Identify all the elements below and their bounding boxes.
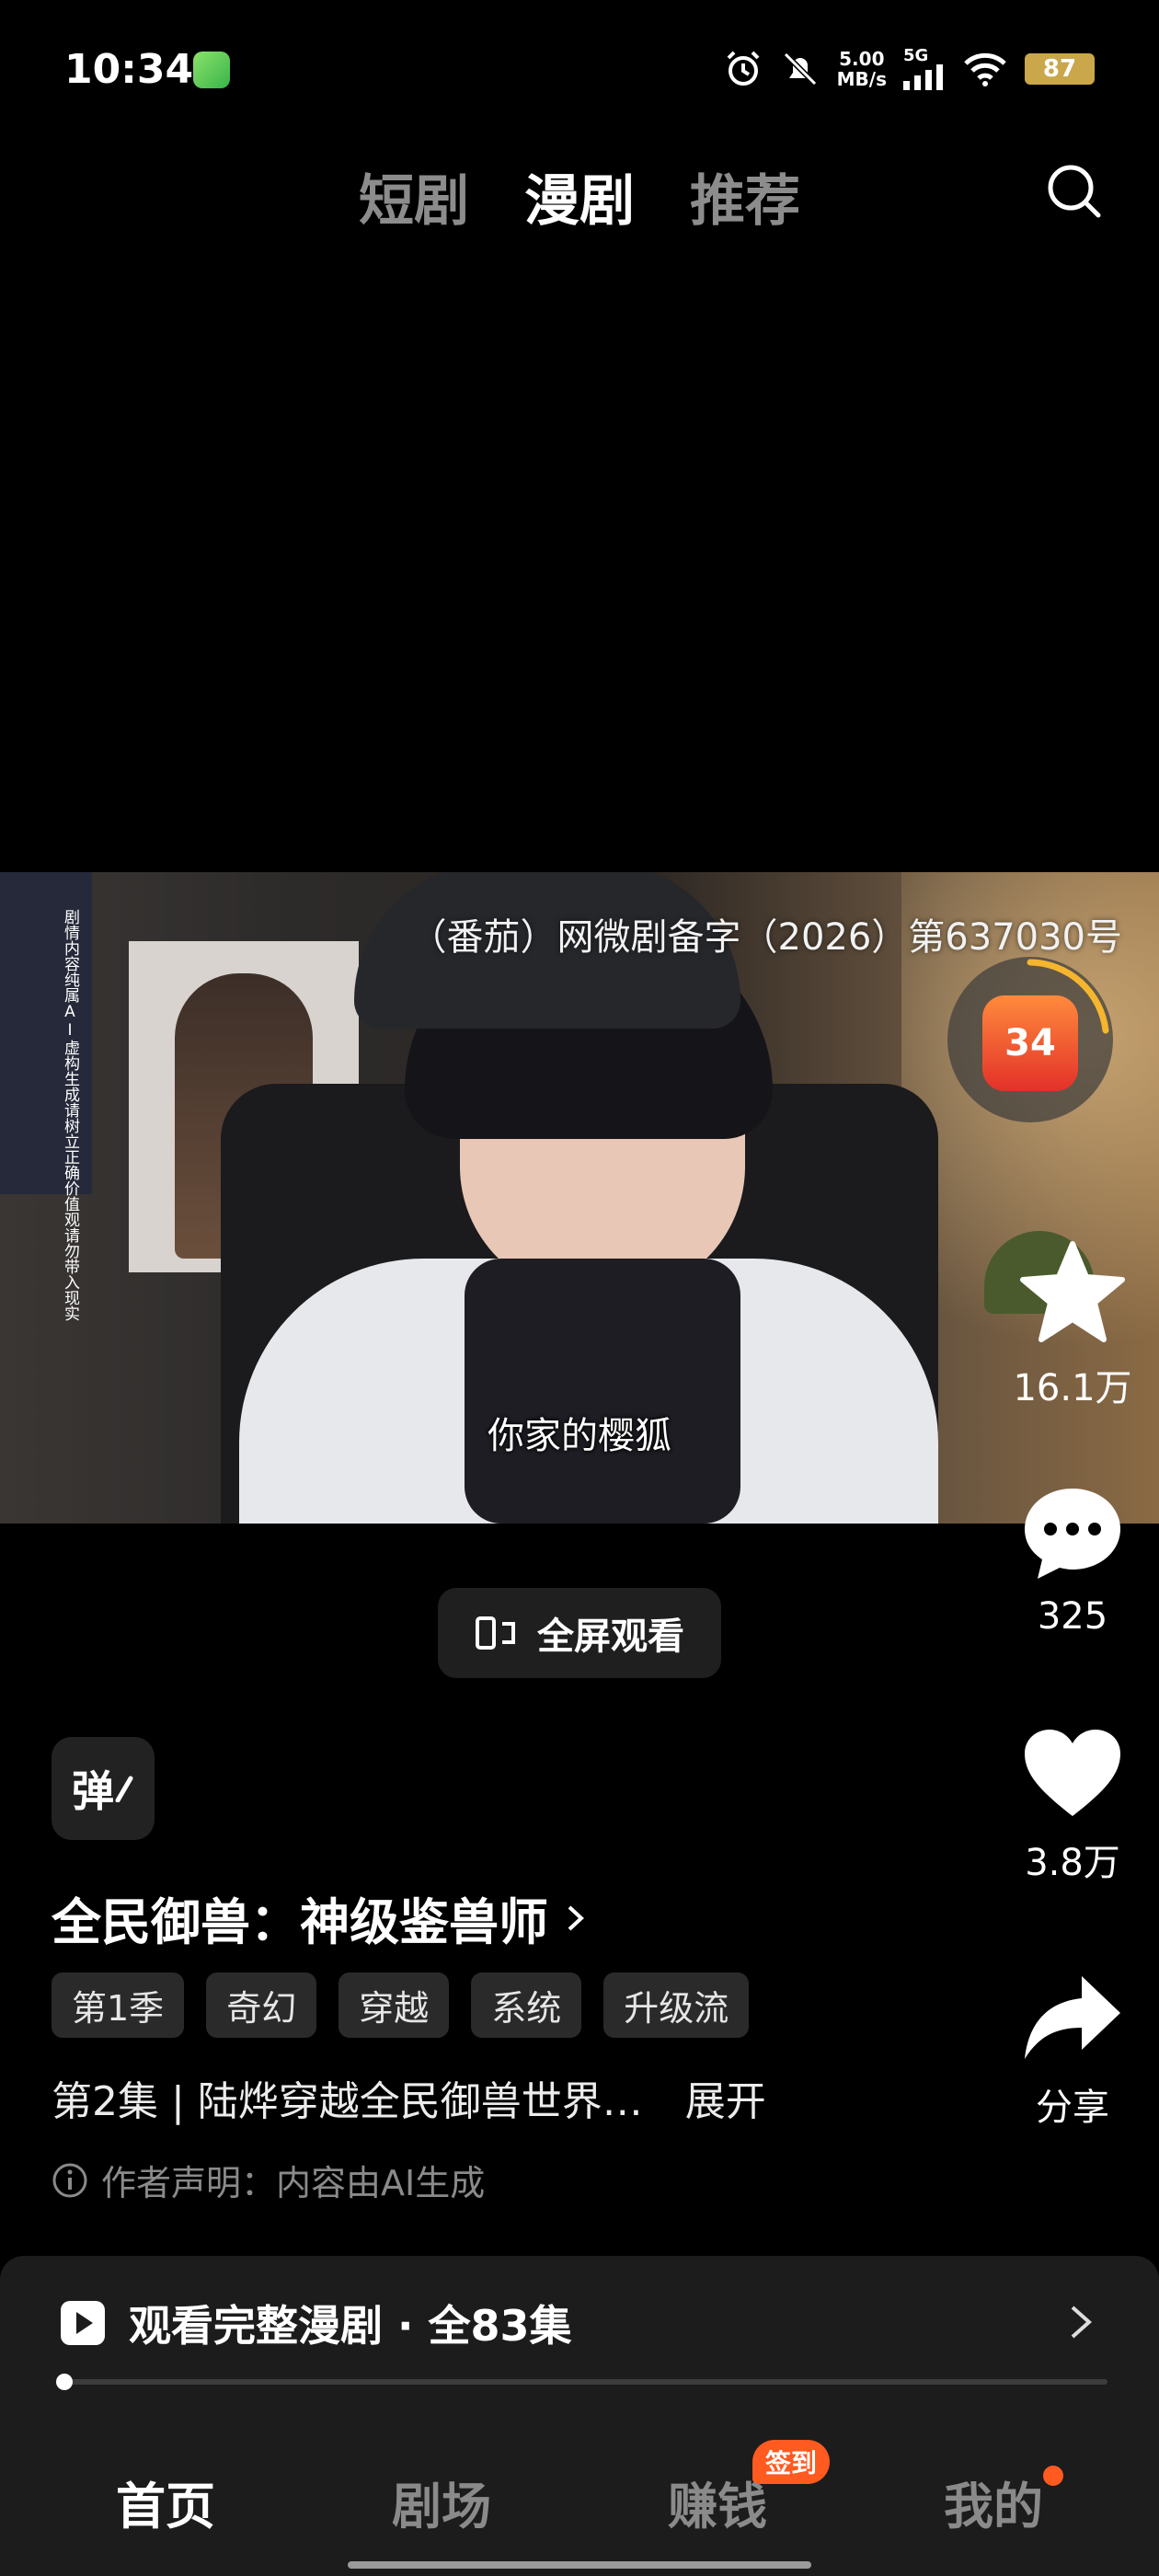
license-number: （番茄）网微剧备字（2026）第637030号	[409, 916, 1123, 959]
tab-recommend[interactable]: 推荐	[690, 156, 800, 236]
speed-value: 5.00	[839, 48, 885, 70]
top-tabs: 短剧 漫剧 推荐	[0, 156, 1159, 236]
description-text: 第2集 | 陆烨穿越全民御兽世界…	[52, 2078, 643, 2125]
watch-full-label: 观看完整漫剧 · 全83集	[129, 2301, 572, 2351]
drama-title: 全民御兽：神级鉴兽师	[52, 1893, 548, 1951]
video-subtitle: 你家的樱狐	[488, 1415, 671, 1457]
info-icon	[52, 2163, 87, 2197]
collect-count: 16.1万	[1013, 1367, 1132, 1409]
red-packet-icon[interactable]: 34	[982, 995, 1078, 1091]
pen-icon	[115, 1776, 133, 1802]
fullscreen-button[interactable]: 全屏观看	[438, 1588, 721, 1678]
network-type: 5G	[903, 46, 929, 65]
tag-list: 第1季 奇幻 穿越 系统 升级流	[52, 1972, 750, 2038]
tag-time-travel[interactable]: 穿越	[339, 1972, 450, 2038]
episode-progress-track[interactable]	[59, 2379, 1107, 2385]
status-icons: 5.00 MB/s 5G 87	[723, 48, 1095, 90]
search-icon[interactable]	[1045, 162, 1104, 221]
alarm-icon	[727, 51, 760, 86]
comment-count: 325	[1037, 1595, 1108, 1638]
nav-home[interactable]: 首页	[55, 2466, 276, 2538]
tag-system[interactable]: 系统	[471, 1972, 582, 2038]
tab-comic-drama[interactable]: 漫剧	[524, 156, 635, 236]
tag-season[interactable]: 第1季	[52, 1972, 185, 2038]
network-speed: 5.00 MB/s	[837, 49, 887, 89]
nav-theater[interactable]: 剧场	[331, 2466, 552, 2538]
chevron-right-icon	[568, 1905, 584, 1930]
character-scarf	[465, 1259, 740, 1524]
app-notification-icon	[193, 52, 230, 88]
episode-description: 第2集 | 陆烨穿越全民御兽世界… 展开	[52, 2068, 766, 2127]
share-action[interactable]: 分享	[1012, 1971, 1133, 2131]
episode-progress-knob[interactable]	[55, 2374, 73, 2390]
play-icon	[61, 2301, 105, 2345]
danmaku-toggle[interactable]: 弹	[52, 1737, 155, 1840]
notification-dot	[1043, 2466, 1063, 2486]
rotate-screen-icon	[476, 1616, 515, 1650]
danmaku-label: 弹	[72, 1766, 114, 1816]
wifi-icon	[964, 52, 1006, 86]
ai-disclaimer: 剧情内容纯属AI虚构生成请树立正确价值观请勿带入现实	[61, 909, 79, 1321]
watch-full-row[interactable]: 观看完整漫剧 · 全83集	[59, 2293, 572, 2353]
star-icon[interactable]	[1017, 1240, 1128, 1347]
home-indicator[interactable]	[348, 2561, 811, 2569]
like-action[interactable]: 3.8万	[1012, 1726, 1133, 1886]
mute-icon	[783, 52, 817, 86]
comment-action[interactable]: 325	[1012, 1483, 1133, 1638]
chevron-right-icon[interactable]	[1067, 2302, 1095, 2342]
checkin-badge: 签到	[752, 2440, 831, 2484]
expand-button[interactable]: 展开	[685, 2068, 766, 2127]
drama-title-link[interactable]: 全民御兽：神级鉴兽师	[52, 1881, 587, 1954]
notice-text: 作者声明：内容由AI生成	[101, 2163, 486, 2203]
like-count: 3.8万	[1025, 1842, 1120, 1884]
author-notice: 作者声明：内容由AI生成	[52, 2155, 485, 2205]
collect-action[interactable]: 16.1万	[1012, 1240, 1133, 1411]
status-time: 10:34	[64, 46, 194, 93]
share-icon[interactable]	[1021, 1971, 1124, 2066]
share-label: 分享	[1036, 2087, 1109, 2129]
tag-level-up[interactable]: 升级流	[603, 1972, 750, 2038]
speed-unit: MB/s	[836, 68, 887, 90]
nav-profile[interactable]: 我的	[883, 2466, 1104, 2538]
heart-icon[interactable]	[1021, 1726, 1124, 1822]
cell-signal: 5G	[903, 48, 946, 90]
red-packet-text: 34	[1004, 1022, 1056, 1064]
fullscreen-label: 全屏观看	[537, 1616, 684, 1658]
signal-icon	[903, 64, 943, 90]
battery-indicator: 87	[1025, 53, 1095, 85]
comment-icon[interactable]	[1019, 1483, 1126, 1584]
tab-short-drama[interactable]: 短剧	[359, 156, 469, 236]
tag-fantasy[interactable]: 奇幻	[206, 1972, 317, 2038]
